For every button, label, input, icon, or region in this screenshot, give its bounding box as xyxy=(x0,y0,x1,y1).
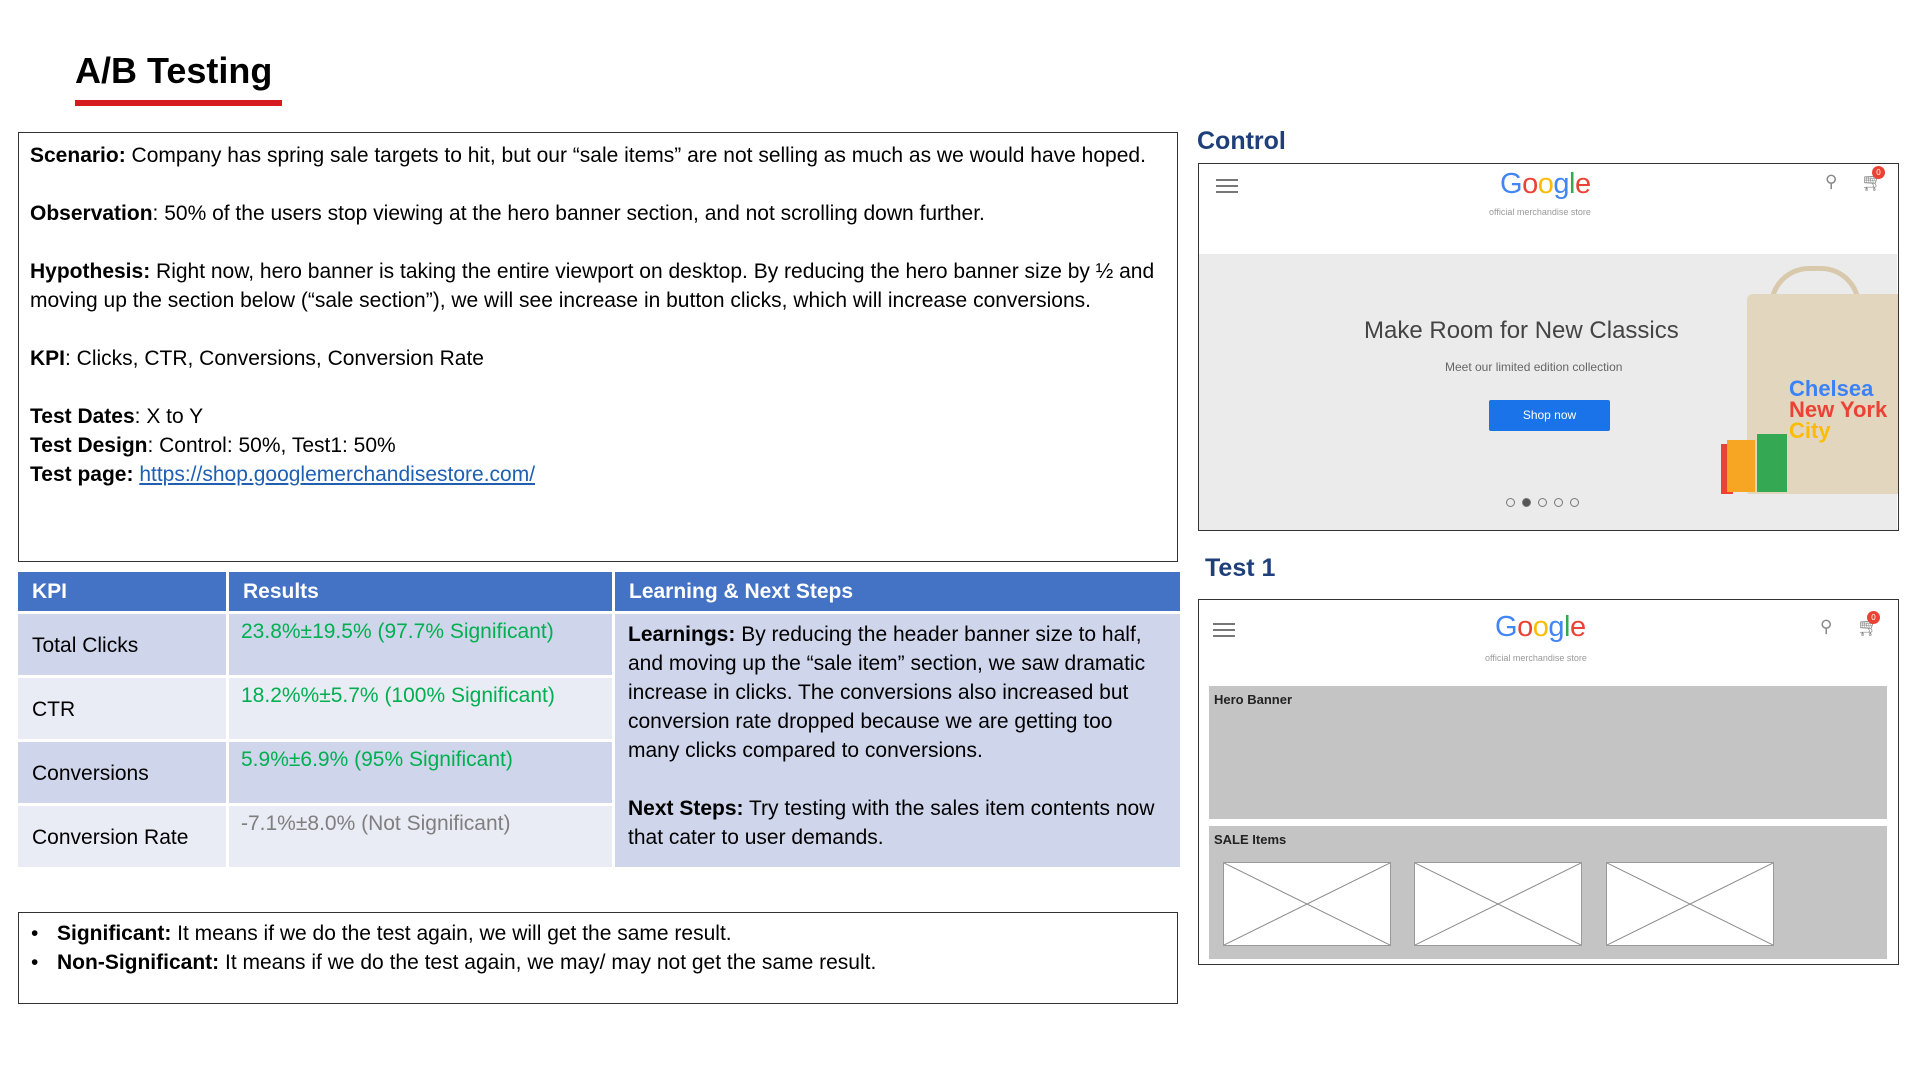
header-kpi: KPI xyxy=(18,572,226,611)
hamburger-menu-icon xyxy=(1213,623,1235,637)
note-label: Significant: xyxy=(57,922,172,945)
observation-label: Observation xyxy=(30,202,153,225)
bullet-icon: • xyxy=(31,951,39,974)
kpi-label: KPI xyxy=(30,347,66,370)
hero-banner-label: Hero Banner xyxy=(1214,692,1293,707)
kpi-cell-conversions: Conversions xyxy=(18,742,226,803)
product-image-placeholder[interactable] xyxy=(1414,862,1582,946)
cart-count-badge: 0 xyxy=(1867,611,1880,624)
control-screenshot: Google official merchandise store ⚲ 🛒︎ 0… xyxy=(1198,163,1899,531)
scenario-label: Scenario: xyxy=(30,144,126,167)
test1-screenshot: Google official merchandise store ⚲ 🛒︎ 0… xyxy=(1198,599,1899,965)
result-cell-conversions: 5.9%±6.9% (95% Significant) xyxy=(229,742,612,803)
note-text: It means if we do the test again, we may… xyxy=(219,951,877,974)
hypothesis-paragraph: Hypothesis: Right now, hero banner is ta… xyxy=(30,257,1166,315)
carousel-dots[interactable] xyxy=(1506,494,1586,512)
learnings-cell: Learnings: By reducing the header banner… xyxy=(615,614,1180,867)
test-dates-label: Test Dates xyxy=(30,405,135,428)
kpi-cell-conversion-rate: Conversion Rate xyxy=(18,806,226,867)
learnings-paragraph: Learnings: By reducing the header banner… xyxy=(628,620,1167,765)
test-dates: Test Dates: X to Y xyxy=(30,402,1166,431)
note-label: Non-Significant: xyxy=(57,951,220,974)
kpi-cell-total-clicks: Total Clicks xyxy=(18,614,226,675)
product-image-placeholder[interactable] xyxy=(1606,862,1774,946)
hero-subtitle: Meet our limited edition collection xyxy=(1445,360,1623,374)
note-text: It means if we do the test again, we wil… xyxy=(171,922,732,945)
kpi-paragraph: KPI: Clicks, CTR, Conversions, Conversio… xyxy=(30,344,1166,373)
hero-banner-placeholder: Hero Banner xyxy=(1209,686,1887,819)
carousel-dot[interactable] xyxy=(1554,498,1563,507)
test-design-text: : Control: 50%, Test1: 50% xyxy=(147,434,396,457)
carousel-dot[interactable] xyxy=(1538,498,1547,507)
google-logo: Google xyxy=(1500,168,1591,200)
test-dates-text: : X to Y xyxy=(134,405,204,428)
carousel-dot[interactable] xyxy=(1522,498,1531,507)
store-subtitle: official merchandise store xyxy=(1489,207,1591,217)
scenario-box: Scenario: Company has spring sale target… xyxy=(18,132,1178,562)
product-box xyxy=(1727,440,1755,492)
result-cell-total-clicks: 23.8%±19.5% (97.7% Significant) xyxy=(229,614,612,675)
scenario-text: Company has spring sale targets to hit, … xyxy=(125,144,1146,167)
product-box xyxy=(1757,434,1787,492)
control-label: Control xyxy=(1197,127,1286,155)
learnings-label: Learnings: xyxy=(628,623,736,646)
shop-now-button[interactable]: Shop now xyxy=(1489,400,1610,431)
hypothesis-label: Hypothesis: xyxy=(30,260,151,283)
header-results: Results xyxy=(229,572,612,611)
note-non-significant: • Non-Significant: It means if we do the … xyxy=(31,948,1165,977)
significance-notes-box: • Significant: It means if we do the test… xyxy=(18,912,1178,1004)
store-subtitle: official merchandise store xyxy=(1485,653,1587,663)
sale-items-section: SALE Items xyxy=(1209,826,1887,959)
search-icon: ⚲ xyxy=(1820,617,1833,636)
test-page-label: Test page: xyxy=(30,463,134,486)
result-cell-ctr: 18.2%%±5.7% (100% Significant) xyxy=(229,678,612,739)
hypothesis-text: Right now, hero banner is taking the ent… xyxy=(30,260,1155,312)
hero-title: Make Room for New Classics xyxy=(1364,317,1679,344)
next-steps-paragraph: Next Steps: Try testing with the sales i… xyxy=(628,794,1167,852)
title-underline xyxy=(75,100,282,106)
product-image-placeholder[interactable] xyxy=(1223,862,1391,946)
cart-count-badge: 0 xyxy=(1872,166,1885,179)
next-steps-label: Next Steps: xyxy=(628,797,744,820)
test-page-link[interactable]: https://shop.googlemerchandisestore.com/ xyxy=(139,463,535,486)
scenario-paragraph: Scenario: Company has spring sale target… xyxy=(30,141,1166,170)
kpi-text: : Clicks, CTR, Conversions, Conversion R… xyxy=(65,347,484,370)
tote-text: Chelsea New York City xyxy=(1789,376,1888,443)
note-significant: • Significant: It means if we do the test… xyxy=(31,919,1165,948)
google-logo: Google xyxy=(1495,611,1586,643)
test1-label: Test 1 xyxy=(1205,554,1276,582)
hero-banner: Chelsea New York City Make Room for New Cl… xyxy=(1199,254,1898,530)
carousel-dot[interactable] xyxy=(1506,498,1515,507)
hamburger-menu-icon xyxy=(1216,179,1238,193)
bullet-icon: • xyxy=(31,922,39,945)
test-design-label: Test Design xyxy=(30,434,148,457)
header-learning: Learning & Next Steps xyxy=(615,572,1180,611)
test-page: Test page: https://shop.googlemerchandis… xyxy=(30,460,1166,489)
page-title: A/B Testing xyxy=(75,50,273,91)
carousel-dot[interactable] xyxy=(1570,498,1579,507)
sale-items-label: SALE Items xyxy=(1214,832,1287,847)
result-cell-conversion-rate: -7.1%±8.0% (Not Significant) xyxy=(229,806,612,867)
kpi-cell-ctr: CTR xyxy=(18,678,226,739)
results-table: KPI Results Learning & Next Steps Total … xyxy=(18,572,1180,871)
observation-paragraph: Observation: 50% of the users stop viewi… xyxy=(30,199,1166,228)
observation-text: : 50% of the users stop viewing at the h… xyxy=(152,202,985,225)
search-icon: ⚲ xyxy=(1825,172,1838,191)
test-design: Test Design: Control: 50%, Test1: 50% xyxy=(30,431,1166,460)
